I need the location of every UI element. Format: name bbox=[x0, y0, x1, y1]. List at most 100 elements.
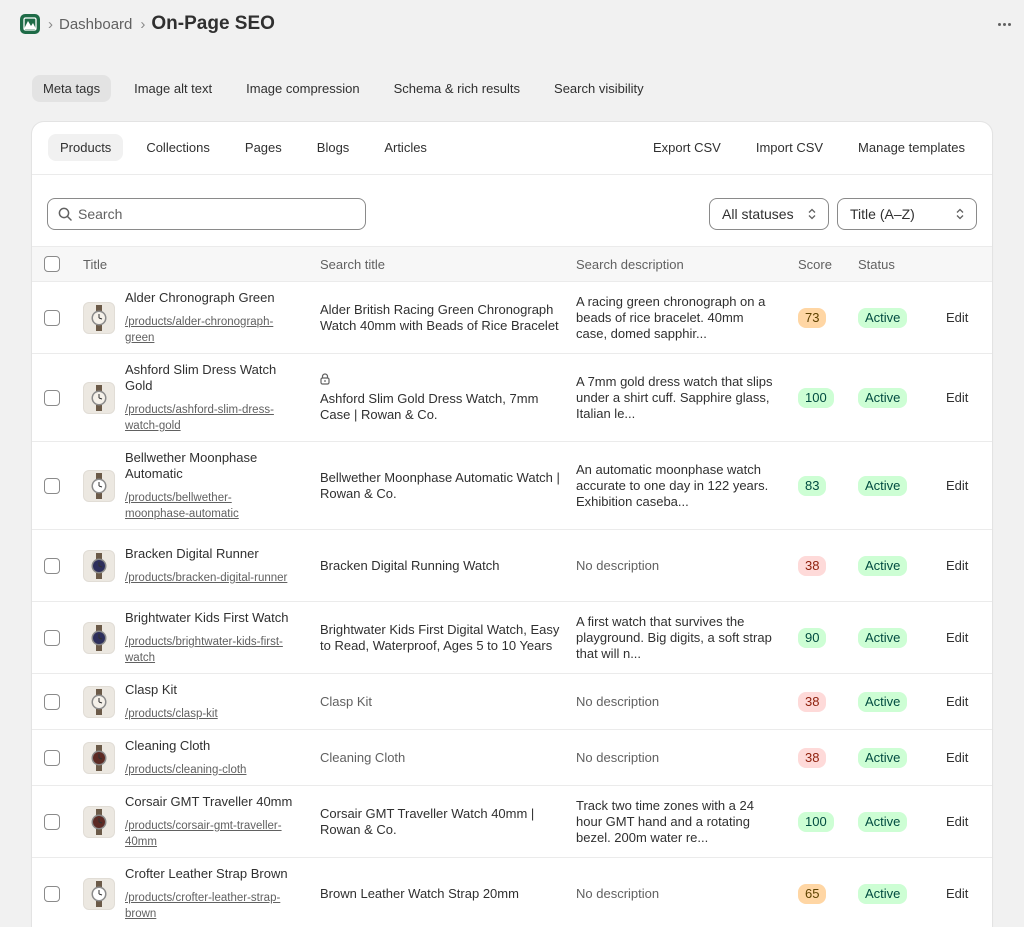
tab-products[interactable]: Products bbox=[48, 134, 124, 161]
top-tabs: Meta tags Image alt text Image compressi… bbox=[32, 75, 667, 102]
watch-icon bbox=[91, 625, 107, 651]
search-title-cell[interactable]: Alder British Racing Green Chronograph W… bbox=[320, 302, 560, 334]
column-score[interactable]: Score bbox=[798, 247, 832, 281]
search-input[interactable] bbox=[78, 206, 348, 222]
search-description-cell[interactable]: An automatic moonphase watch accurate to… bbox=[576, 462, 776, 510]
product-name: Bracken Digital Runner bbox=[125, 546, 259, 561]
manage-templates-button[interactable]: Manage templates bbox=[847, 134, 976, 161]
product-handle-link[interactable]: /products/crofter-leather-strap-brown bbox=[125, 890, 295, 922]
table-row[interactable]: Cleaning Cloth/products/cleaning-cloth Cl… bbox=[32, 730, 992, 786]
tab-schema-rich-results[interactable]: Schema & rich results bbox=[383, 75, 531, 102]
search-description-cell[interactable]: No description bbox=[576, 886, 776, 902]
product-name: Clasp Kit bbox=[125, 682, 178, 697]
search-title-text: Corsair GMT Traveller Watch 40mm | Rowan… bbox=[320, 806, 535, 837]
app-logo-icon[interactable] bbox=[20, 14, 40, 34]
edit-button[interactable]: Edit bbox=[946, 310, 968, 325]
search-title-text: Bracken Digital Running Watch bbox=[320, 558, 500, 573]
column-title[interactable]: Title bbox=[83, 247, 107, 281]
row-checkbox[interactable] bbox=[44, 310, 60, 326]
breadcrumb-dashboard[interactable]: Dashboard bbox=[59, 16, 132, 33]
row-checkbox[interactable] bbox=[44, 630, 60, 646]
product-title-cell: Clasp Kit/products/clasp-kit bbox=[125, 682, 295, 722]
row-checkbox[interactable] bbox=[44, 390, 60, 406]
search-description-cell[interactable]: A racing green chronograph on a beads of… bbox=[576, 294, 776, 342]
row-checkbox[interactable] bbox=[44, 886, 60, 902]
product-thumbnail bbox=[83, 878, 115, 910]
product-handle-link[interactable]: /products/corsair-gmt-traveller-40mm bbox=[125, 818, 295, 850]
search-description-cell[interactable]: A first watch that survives the playgrou… bbox=[576, 614, 776, 662]
status-badge: Active bbox=[858, 388, 908, 408]
edit-button[interactable]: Edit bbox=[946, 630, 968, 645]
score-cell: 38 bbox=[798, 692, 827, 712]
product-title-cell: Corsair GMT Traveller 40mm/products/cors… bbox=[125, 794, 295, 850]
status-cell: Active bbox=[858, 476, 908, 496]
product-thumbnail bbox=[83, 382, 115, 414]
search-description-cell[interactable]: No description bbox=[576, 694, 776, 710]
product-handle-link[interactable]: /products/bellwether-moonphase-automatic bbox=[125, 490, 295, 522]
status-badge: Active bbox=[858, 812, 908, 832]
table-row[interactable]: Brightwater Kids First Watch/products/br… bbox=[32, 602, 992, 674]
edit-button[interactable]: Edit bbox=[946, 750, 968, 765]
search-description-cell[interactable]: No description bbox=[576, 750, 776, 766]
page-header: › Dashboard › On-Page SEO bbox=[20, 12, 1024, 36]
table-row[interactable]: Alder Chronograph Green/products/alder-c… bbox=[32, 282, 992, 354]
product-handle-link[interactable]: /products/clasp-kit bbox=[125, 706, 295, 722]
edit-button[interactable]: Edit bbox=[946, 886, 968, 901]
tab-collections[interactable]: Collections bbox=[134, 134, 222, 161]
status-cell: Active bbox=[858, 308, 908, 328]
search-title-cell[interactable]: Clasp Kit bbox=[320, 694, 560, 710]
product-thumbnail bbox=[83, 742, 115, 774]
status-filter-select[interactable]: All statuses bbox=[709, 198, 829, 230]
row-checkbox[interactable] bbox=[44, 814, 60, 830]
status-badge: Active bbox=[858, 692, 908, 712]
product-handle-link[interactable]: /products/brightwater-kids-first-watch bbox=[125, 634, 295, 666]
search-field[interactable] bbox=[47, 198, 366, 230]
edit-button[interactable]: Edit bbox=[946, 558, 968, 573]
select-all-checkbox[interactable] bbox=[44, 256, 60, 272]
tab-image-compression[interactable]: Image compression bbox=[235, 75, 370, 102]
sort-select[interactable]: Title (A–Z) bbox=[837, 198, 977, 230]
search-title-cell[interactable]: Bellwether Moonphase Automatic Watch | R… bbox=[320, 470, 560, 502]
tab-search-visibility[interactable]: Search visibility bbox=[543, 75, 655, 102]
card-actions: Export CSV Import CSV Manage templates bbox=[629, 134, 976, 161]
table-row[interactable]: Ashford Slim Dress Watch Gold/products/a… bbox=[32, 354, 992, 442]
search-title-cell[interactable]: Corsair GMT Traveller Watch 40mm | Rowan… bbox=[320, 806, 560, 838]
edit-button[interactable]: Edit bbox=[946, 694, 968, 709]
search-title-cell[interactable]: Brightwater Kids First Digital Watch, Ea… bbox=[320, 622, 560, 654]
search-title-cell[interactable]: Ashford Slim Gold Dress Watch, 7mm Case … bbox=[320, 373, 560, 423]
tab-meta-tags[interactable]: Meta tags bbox=[32, 75, 112, 102]
product-title-cell: Crofter Leather Strap Brown/products/cro… bbox=[125, 866, 295, 922]
table-row[interactable]: Bellwether Moonphase Automatic/products/… bbox=[32, 442, 992, 530]
table-row[interactable]: Corsair GMT Traveller 40mm/products/cors… bbox=[32, 786, 992, 858]
search-title-cell[interactable]: Brown Leather Watch Strap 20mm bbox=[320, 886, 560, 902]
edit-button[interactable]: Edit bbox=[946, 390, 968, 405]
page-title: On-Page SEO bbox=[151, 13, 275, 34]
search-description-cell[interactable]: No description bbox=[576, 558, 776, 574]
table-row[interactable]: Clasp Kit/products/clasp-kit Clasp Kit No … bbox=[32, 674, 992, 730]
edit-button[interactable]: Edit bbox=[946, 814, 968, 829]
tab-pages[interactable]: Pages bbox=[233, 134, 294, 161]
more-actions-icon[interactable] bbox=[994, 14, 1014, 34]
search-title-cell[interactable]: Bracken Digital Running Watch bbox=[320, 558, 560, 574]
tab-image-alt-text[interactable]: Image alt text bbox=[123, 75, 223, 102]
product-handle-link[interactable]: /products/ashford-slim-dress-watch-gold bbox=[125, 402, 295, 434]
search-description-cell[interactable]: A 7mm gold dress watch that slips under … bbox=[576, 374, 776, 422]
import-csv-button[interactable]: Import CSV bbox=[745, 134, 834, 161]
status-filter-value: All statuses bbox=[722, 206, 794, 222]
export-csv-button[interactable]: Export CSV bbox=[642, 134, 732, 161]
product-thumbnail bbox=[83, 302, 115, 334]
tab-articles[interactable]: Articles bbox=[372, 134, 439, 161]
table-row[interactable]: Crofter Leather Strap Brown/products/cro… bbox=[32, 858, 992, 927]
product-handle-link[interactable]: /products/alder-chronograph-green bbox=[125, 314, 295, 346]
tab-blogs[interactable]: Blogs bbox=[305, 134, 362, 161]
table-row[interactable]: Bracken Digital Runner/products/bracken-… bbox=[32, 530, 992, 602]
product-handle-link[interactable]: /products/bracken-digital-runner bbox=[125, 570, 295, 586]
edit-button[interactable]: Edit bbox=[946, 478, 968, 493]
row-checkbox[interactable] bbox=[44, 694, 60, 710]
search-title-cell[interactable]: Cleaning Cloth bbox=[320, 750, 560, 766]
row-checkbox[interactable] bbox=[44, 478, 60, 494]
search-description-cell[interactable]: Track two time zones with a 24 hour GMT … bbox=[576, 798, 776, 846]
product-handle-link[interactable]: /products/cleaning-cloth bbox=[125, 762, 295, 778]
row-checkbox[interactable] bbox=[44, 750, 60, 766]
row-checkbox[interactable] bbox=[44, 558, 60, 574]
